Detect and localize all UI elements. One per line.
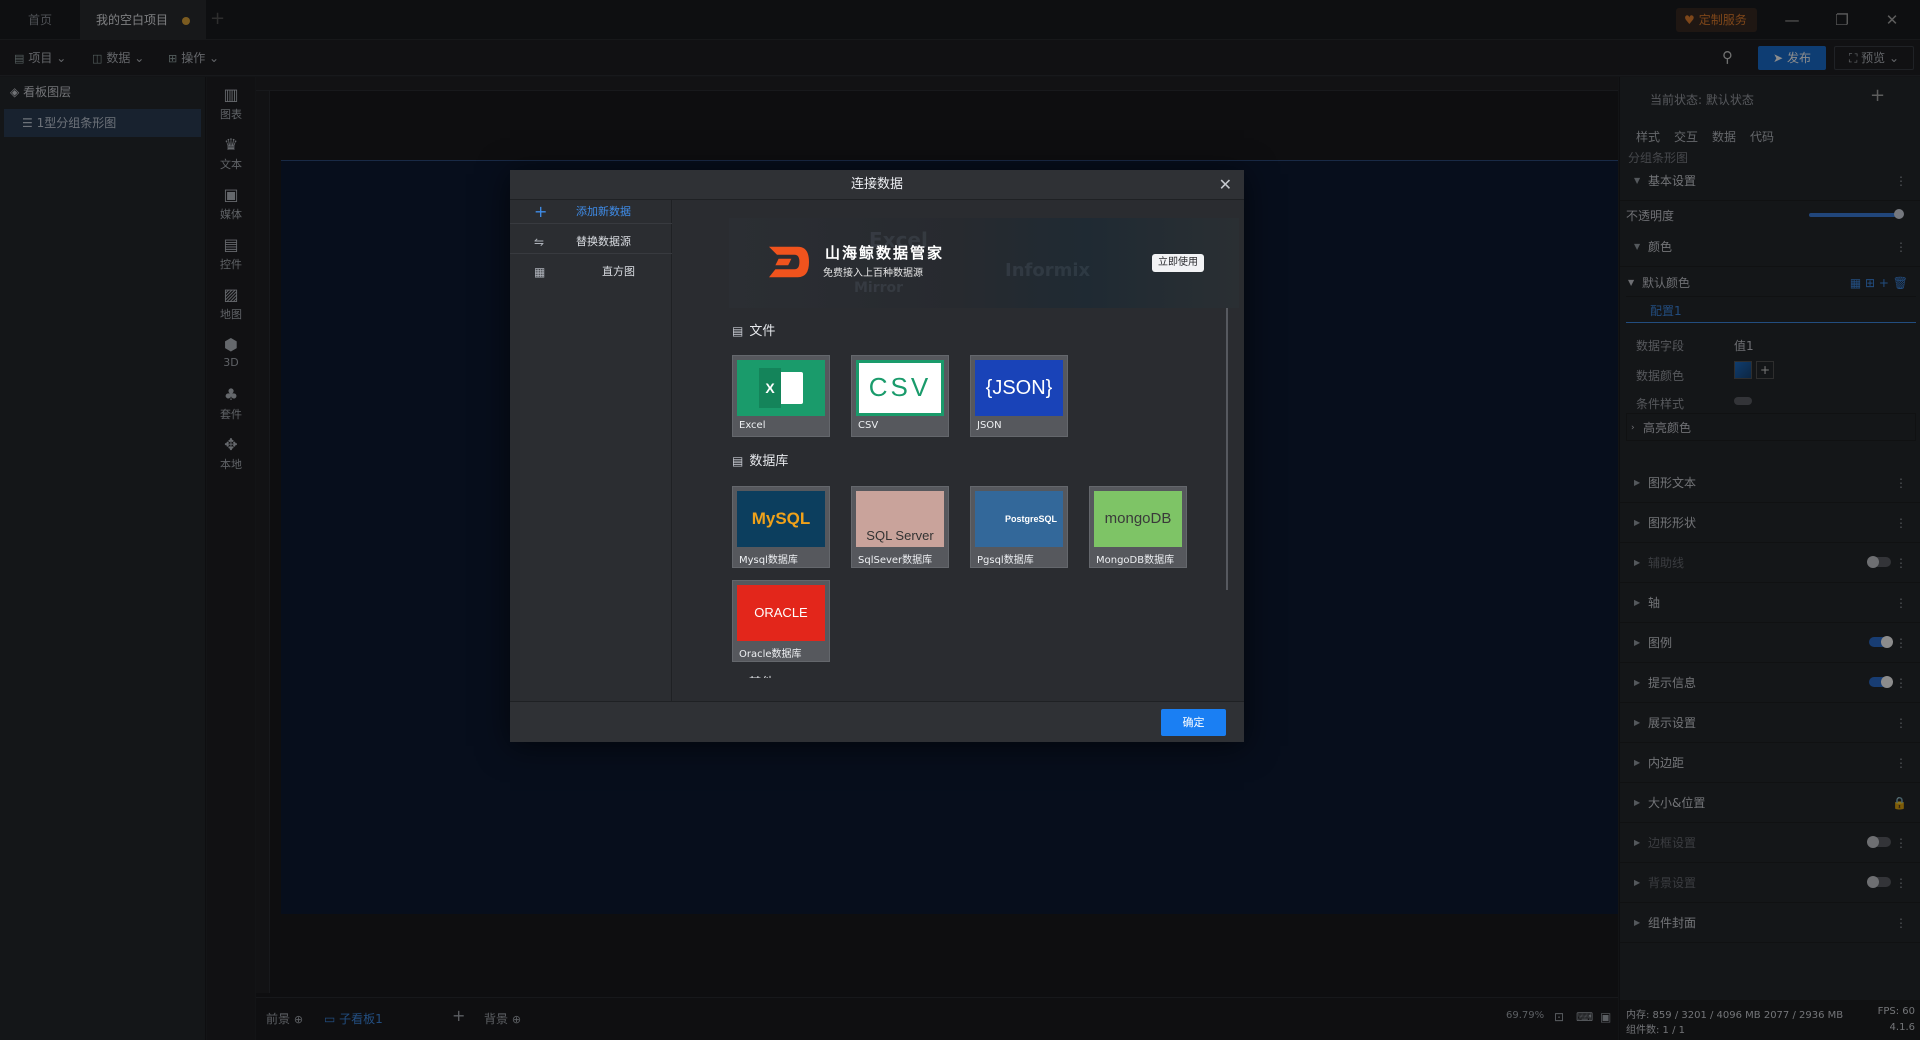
pgsql-thumb: PostgreSQL	[975, 491, 1063, 547]
mysql-card[interactable]: MySQL Mysql数据库	[732, 486, 830, 568]
data-manager-banner[interactable]: Excel Informix Mirror 山海鲸数据管家 免费接入上百种数据源…	[729, 218, 1239, 308]
sqlserver-card[interactable]: SQL Server SqlSever数据库	[851, 486, 949, 568]
section-other-label: 其他	[748, 676, 774, 678]
file-icon: ▤	[732, 324, 744, 338]
banner-deco-text-2: Informix	[1005, 260, 1091, 281]
table-icon: ▦	[534, 265, 546, 279]
json-thumb: {JSON}	[975, 360, 1063, 416]
plus-icon: +	[534, 202, 548, 221]
banner-title: 山海鲸数据管家	[825, 244, 945, 262]
replace-data-label: 替换数据源	[576, 235, 631, 248]
dialog-title: 连接数据	[850, 177, 903, 192]
section-other: ● 其他	[732, 672, 775, 678]
mongodb-thumb: mongoDB	[1094, 491, 1182, 547]
mongodb-card[interactable]: mongoDB MongoDB数据库	[1089, 486, 1187, 568]
chart-source-label: 直方图	[602, 265, 635, 278]
excel-label: Excel	[739, 420, 766, 431]
banner-subtitle: 免费接入上百种数据源	[823, 268, 923, 279]
section-file: ▤ 文件	[732, 320, 775, 339]
csv-label: CSV	[858, 420, 879, 431]
section-db-label: 数据库	[749, 454, 789, 469]
csv-thumb: CSV	[856, 360, 944, 416]
banner-deco-text-3: Mirror	[854, 280, 904, 296]
oracle-thumb: ORACLE	[737, 585, 825, 641]
close-icon[interactable]: ✕	[1219, 170, 1232, 200]
pgsql-label: Pgsql数据库	[977, 555, 1034, 566]
mysql-label: Mysql数据库	[739, 555, 798, 566]
mongodb-label: MongoDB数据库	[1096, 555, 1175, 566]
excel-card[interactable]: X Excel	[732, 355, 830, 437]
swap-icon: ⇋	[534, 235, 545, 249]
other-icon: ●	[732, 676, 742, 678]
data-manager-logo	[769, 246, 809, 278]
sqlserver-thumb: SQL Server	[856, 491, 944, 547]
mysql-thumb: MySQL	[737, 491, 825, 547]
confirm-button[interactable]: 确定	[1161, 709, 1226, 736]
replace-data-source[interactable]: ⇋ 替换数据源	[510, 230, 672, 254]
json-card[interactable]: {JSON} JSON	[970, 355, 1068, 437]
oracle-card[interactable]: ORACLE Oracle数据库	[732, 580, 830, 662]
pgsql-card[interactable]: PostgreSQL Pgsql数据库	[970, 486, 1068, 568]
section-file-label: 文件	[749, 324, 776, 339]
dialog-footer: 确定	[510, 701, 1244, 742]
oracle-label: Oracle数据库	[739, 649, 802, 660]
add-new-data-label: 添加新数据	[576, 205, 631, 218]
dialog-header: 连接数据 ✕	[510, 170, 1244, 200]
chart-source-item[interactable]: ▦直方图›	[510, 260, 686, 284]
excel-thumb: X	[737, 360, 825, 416]
section-database: ▤ 数据库	[732, 450, 788, 469]
excel-letter: X	[759, 368, 781, 408]
use-now-button[interactable]: 立即使用	[1152, 254, 1204, 272]
database-icon: ▤	[732, 454, 744, 468]
connect-data-dialog: 连接数据✕ +添加新数据 ⇋替换数据源 ▦直方图› Excel Informix…	[510, 170, 1244, 742]
add-new-data[interactable]: + 添加新数据	[510, 200, 672, 224]
json-label: JSON	[977, 420, 1002, 431]
sqlserver-label: SqlSever数据库	[858, 555, 933, 566]
csv-card[interactable]: CSV CSV	[851, 355, 949, 437]
dialog-sidebar: +添加新数据 ⇋替换数据源 ▦直方图›	[510, 200, 686, 701]
